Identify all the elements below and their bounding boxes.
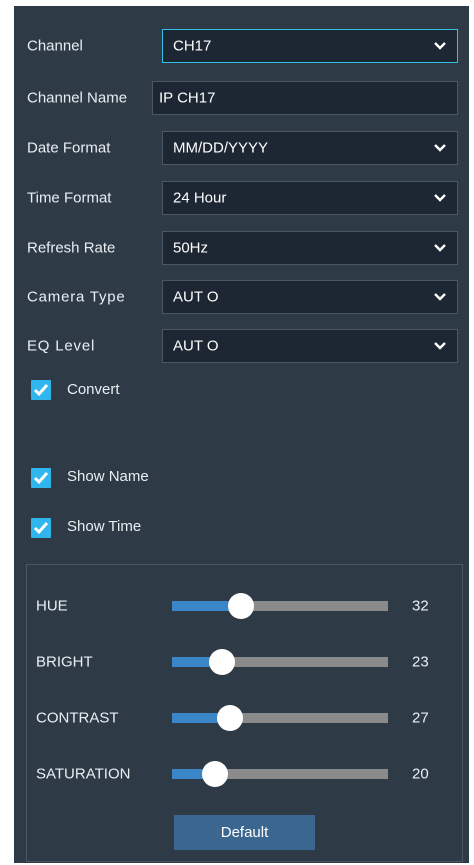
checkmark-icon	[33, 472, 49, 485]
channel-label: Channel	[27, 37, 83, 55]
time-format-row: Time Format 24 Hour	[14, 180, 469, 216]
saturation-value: 20	[412, 765, 429, 783]
refresh-rate-value: 50Hz	[173, 239, 209, 257]
convert-label: Convert	[67, 381, 120, 398]
contrast-slider-handle[interactable]	[217, 705, 244, 731]
hue-value: 32	[412, 597, 429, 615]
bright-slider-handle[interactable]	[208, 649, 235, 675]
chevron-down-icon	[434, 42, 446, 50]
saturation-slider[interactable]	[172, 761, 388, 787]
show-time-label: Show Time	[67, 518, 142, 535]
time-format-select[interactable]: 24 Hour	[162, 181, 458, 215]
left-margin	[0, 0, 14, 865]
chevron-down-icon	[434, 293, 446, 301]
contrast-slider-row: CONTRAST 27	[27, 703, 464, 733]
camera-type-row: Camera Type AUT O	[14, 279, 469, 315]
contrast-value: 27	[412, 709, 429, 727]
camera-type-label: Camera Type	[27, 288, 126, 306]
channel-settings-panel: Channel CH17 Channel Name IP CH17 Date F…	[14, 6, 469, 863]
channel-name-input[interactable]: IP CH17	[152, 81, 458, 115]
date-format-select[interactable]: MM/DD/YYYY	[162, 131, 458, 165]
channel-select[interactable]: CH17	[162, 29, 458, 63]
channel-name-row: Channel Name IP CH17	[14, 80, 469, 116]
camera-type-value: AUT O	[173, 288, 219, 306]
bright-value: 23	[412, 653, 429, 671]
convert-checkbox[interactable]	[31, 380, 51, 400]
default-button[interactable]: Default	[174, 815, 315, 850]
hue-slider-row: HUE 32	[27, 591, 464, 621]
refresh-rate-row: Refresh Rate 50Hz	[14, 230, 469, 266]
hue-slider[interactable]	[172, 593, 388, 619]
hue-slider-handle[interactable]	[228, 593, 255, 619]
bright-slider-row: BRIGHT 23	[27, 647, 464, 677]
saturation-slider-handle[interactable]	[202, 761, 229, 787]
bright-label: BRIGHT	[36, 653, 93, 671]
show-name-checkbox[interactable]	[31, 468, 51, 488]
camera-type-select[interactable]: AUT O	[162, 280, 458, 314]
date-format-row: Date Format MM/DD/YYYY	[14, 130, 469, 166]
chevron-down-icon	[434, 194, 446, 202]
show-name-label: Show Name	[67, 468, 149, 485]
saturation-slider-row: SATURATION 20	[27, 759, 464, 789]
image-adjust-group: HUE 32 BRIGHT 23 CONTRAST 27 SATURATION …	[26, 564, 463, 862]
saturation-label: SATURATION	[36, 765, 131, 783]
hue-label: HUE	[36, 597, 68, 615]
checkmark-icon	[33, 522, 49, 535]
eq-level-select[interactable]: AUT O	[162, 329, 458, 363]
refresh-rate-select[interactable]: 50Hz	[162, 231, 458, 265]
refresh-rate-label: Refresh Rate	[27, 239, 116, 257]
channel-name-value: IP CH17	[159, 89, 216, 107]
channel-row: Channel CH17	[14, 28, 469, 64]
date-format-label: Date Format	[27, 139, 111, 157]
chevron-down-icon	[434, 144, 446, 152]
channel-value: CH17	[173, 37, 212, 55]
bright-slider[interactable]	[172, 649, 388, 675]
channel-name-label: Channel Name	[27, 89, 128, 107]
eq-level-value: AUT O	[173, 337, 219, 355]
checkmark-icon	[33, 384, 49, 397]
show-time-checkbox[interactable]	[31, 518, 51, 538]
time-format-value: 24 Hour	[173, 189, 227, 207]
eq-level-row: EQ Level AUT O	[14, 328, 469, 364]
chevron-down-icon	[434, 342, 446, 350]
time-format-label: Time Format	[27, 189, 112, 207]
chevron-down-icon	[434, 244, 446, 252]
contrast-label: CONTRAST	[36, 709, 119, 727]
eq-level-label: EQ Level	[27, 337, 96, 355]
date-format-value: MM/DD/YYYY	[173, 139, 269, 157]
contrast-slider[interactable]	[172, 705, 388, 731]
